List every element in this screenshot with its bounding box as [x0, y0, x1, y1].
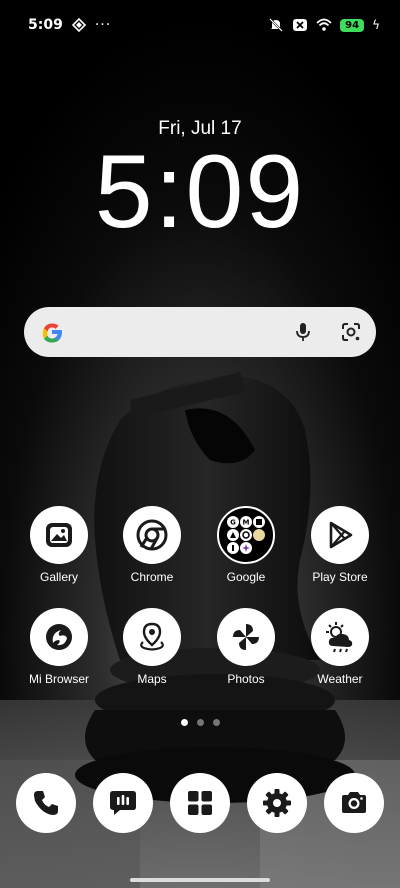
app-label: Gallery [39, 570, 78, 584]
google-lens-icon[interactable] [340, 321, 362, 343]
charging-icon: ϟ [372, 18, 380, 32]
play-store-icon[interactable] [311, 506, 369, 564]
folder-google[interactable]: G M Google [201, 506, 291, 584]
google-folder-icon[interactable]: G M [217, 506, 275, 564]
home-clock[interactable]: 5:09 [0, 140, 400, 244]
app-label: Chrome [130, 570, 174, 584]
app-label: Mi Browser [28, 672, 89, 686]
voice-search-mic-icon[interactable] [292, 321, 314, 343]
photos-icon[interactable] [217, 608, 275, 666]
chrome-icon[interactable] [123, 506, 181, 564]
app-label: Maps [137, 672, 167, 686]
svg-text:G: G [230, 519, 236, 527]
app-weather[interactable]: Weather [295, 608, 385, 686]
silent-bell-icon [269, 18, 283, 32]
apps-icon[interactable] [170, 773, 230, 833]
no-signal-icon [293, 19, 308, 31]
app-chrome[interactable]: Chrome [107, 506, 197, 584]
status-bar: 5:09 ··· 94 ϟ [0, 0, 400, 50]
app-maps[interactable]: Maps [107, 608, 197, 686]
camera-icon[interactable] [324, 773, 384, 833]
google-search-bar[interactable] [24, 307, 376, 357]
weather-icon[interactable] [311, 608, 369, 666]
gesture-navigation-bar[interactable] [130, 878, 270, 882]
mi-browser-icon[interactable] [30, 608, 88, 666]
battery-level: 94 [340, 18, 365, 32]
page-dot [180, 719, 188, 726]
svg-text:M: M [243, 519, 250, 527]
app-photos[interactable]: Photos [201, 608, 291, 686]
more-notifications-icon: ··· [94, 17, 112, 33]
page-dot [212, 719, 220, 726]
settings-icon[interactable] [247, 773, 307, 833]
app-gallery[interactable]: Gallery [14, 506, 104, 584]
page-dot [196, 719, 204, 726]
status-time: 5:09 [28, 17, 63, 33]
app-label: Photos [227, 672, 265, 686]
google-g-icon [42, 323, 62, 343]
app-label: Play Store [312, 570, 368, 584]
maps-icon[interactable] [123, 608, 181, 666]
wifi-icon [316, 18, 332, 31]
app-play-store[interactable]: Play Store [295, 506, 385, 584]
gallery-icon[interactable] [30, 506, 88, 564]
phone-icon[interactable] [16, 773, 76, 833]
app-mi-browser[interactable]: Mi Browser [14, 608, 104, 686]
vpn-icon [71, 17, 86, 33]
page-indicator [0, 719, 400, 726]
app-label: Google [226, 570, 266, 584]
messages-icon[interactable] [93, 773, 153, 833]
app-label: Weather [317, 672, 363, 686]
